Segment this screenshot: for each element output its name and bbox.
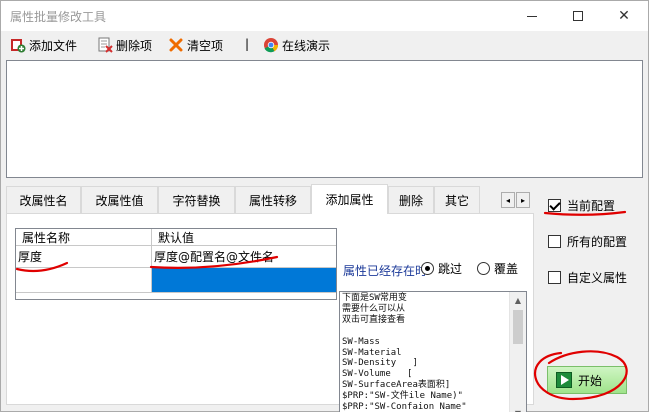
clear-all-button[interactable]: 清空项 [168,36,223,54]
variable-hint-textbox[interactable]: 下面是SW常用变 需要什么可以从 双击可直接查看 SW-Mass SW-Materia… [339,291,527,412]
overwrite-label: 覆盖 [494,262,519,276]
radio-checked-icon [421,262,434,275]
online-demo-label: 在线演示 [282,38,331,53]
tab-delete[interactable]: 删除 [388,186,434,213]
property-name-cell[interactable] [16,268,152,293]
clear-all-label: 清空项 [187,38,224,53]
tab-scroll-right-button[interactable]: ▸ [516,192,530,208]
delete-item-icon [97,37,113,53]
grid-header-row: 属性名称 默认值 [16,229,336,246]
app-window: 属性批量修改工具 ✕ 添加文件 删除项 清空项 | 在线演示 改属性名 改属性值… [0,0,649,412]
checkbox-checked-icon [548,199,561,212]
all-configs-checkbox[interactable]: 所有的配置 [548,233,627,250]
tab-label: 添加属性 [325,193,374,207]
tab-label: 其它 [444,193,469,208]
start-button[interactable]: 开始 [547,366,627,394]
checkbox-unchecked-icon [548,235,561,248]
toolbar-separator: | [245,37,250,51]
play-icon [556,372,572,388]
scroll-thumb[interactable] [513,310,523,344]
delete-item-label: 删除项 [116,38,153,53]
scroll-down-icon[interactable]: ▼ [510,405,526,412]
tab-other[interactable]: 其它 [434,186,480,213]
grid-header-default[interactable]: 默认值 [152,229,336,246]
tab-change-value[interactable]: 改属性值 [81,186,158,213]
hint-line: SW-Volume [ [342,369,413,380]
file-list[interactable] [6,60,643,178]
hint-line: $PRP:"SW-Confaion Name" [342,402,467,412]
chevron-right-icon: ▸ [520,195,525,205]
minimize-icon [527,15,537,17]
hint-scrollbar[interactable]: ▲ ▼ [509,292,526,412]
custom-property-checkbox[interactable]: 自定义属性 [548,269,627,286]
tab-add-property[interactable]: 添加属性 [311,184,388,214]
skip-radio[interactable]: 跳过 [421,260,462,277]
radio-unchecked-icon [477,262,490,275]
close-button[interactable]: ✕ [601,1,647,31]
hint-text: 下面是SW常用变 需要什么可以从 双击可直接查看 SW-Mass SW-Materia… [342,293,512,412]
maximize-button[interactable] [555,1,601,31]
tab-label: 改属性值 [95,193,144,208]
property-name-cell[interactable]: 厚度 [16,246,152,268]
window-title: 属性批量修改工具 [10,10,107,24]
hint-line: 双击可直接查看 [342,314,406,325]
hint-line: SW-Material [342,347,402,358]
hint-line: 需要什么可以从 [342,303,406,314]
property-grid[interactable]: 属性名称 默认值 厚度 厚度@配置名@文件名 [15,228,337,300]
minimize-button[interactable] [509,1,555,31]
tab-label: 字符替换 [172,193,221,208]
scroll-up-icon[interactable]: ▲ [510,292,526,308]
tab-label: 属性转移 [248,193,297,208]
tab-label: 删除 [398,193,423,208]
chevron-left-icon: ◂ [505,195,510,205]
tab-rename-property[interactable]: 改属性名 [6,186,81,213]
hint-line: SW-Mass [342,336,380,347]
hint-line: 下面是SW常用变 [342,293,407,303]
delete-item-button[interactable]: 删除项 [97,36,152,54]
overwrite-radio[interactable]: 覆盖 [477,260,518,277]
all-configs-label: 所有的配置 [567,235,628,249]
tab-control: 改属性名 改属性值 字符替换 属性转移 添加属性 删除 其它 ◂ ▸ 属性名称 … [6,184,534,412]
hint-line: SW-SurfaceArea表面积] [342,380,451,391]
tab-property-transfer[interactable]: 属性转移 [235,186,311,213]
current-config-checkbox[interactable]: 当前配置 [548,197,615,214]
toolbar: 添加文件 删除项 清空项 | 在线演示 [1,31,648,59]
start-label: 开始 [578,373,603,388]
tab-label: 改属性名 [19,193,68,208]
hint-line [342,326,512,337]
custom-property-label: 自定义属性 [567,271,628,285]
add-property-panel: 属性名称 默认值 厚度 厚度@配置名@文件名 属性已经存在时 跳过 覆盖 下面是… [6,213,534,412]
online-demo-button[interactable]: 在线演示 [263,36,330,54]
chrome-icon [263,37,279,53]
add-file-icon [10,37,26,53]
title-bar: 属性批量修改工具 ✕ [1,1,648,31]
default-value-cell[interactable] [152,268,336,293]
hint-line: $PRP:"SW-文件ile Name)" [342,391,463,402]
exists-label: 属性已经存在时 [343,264,428,278]
add-file-label: 添加文件 [29,38,78,53]
tab-char-replace[interactable]: 字符替换 [158,186,235,213]
hint-line: SW-Density ] [342,358,418,369]
table-row[interactable] [16,268,336,293]
add-file-button[interactable]: 添加文件 [10,36,77,54]
table-row[interactable]: 厚度 厚度@配置名@文件名 [16,246,336,268]
default-value-cell[interactable]: 厚度@配置名@文件名 [152,246,336,268]
tab-scroll-left-button[interactable]: ◂ [501,192,515,208]
clear-icon [168,37,184,53]
current-config-label: 当前配置 [567,199,616,213]
grid-header-name[interactable]: 属性名称 [16,229,152,246]
maximize-icon [573,11,583,21]
skip-label: 跳过 [438,262,463,276]
checkbox-unchecked-icon [548,271,561,284]
close-icon: ✕ [618,8,630,24]
